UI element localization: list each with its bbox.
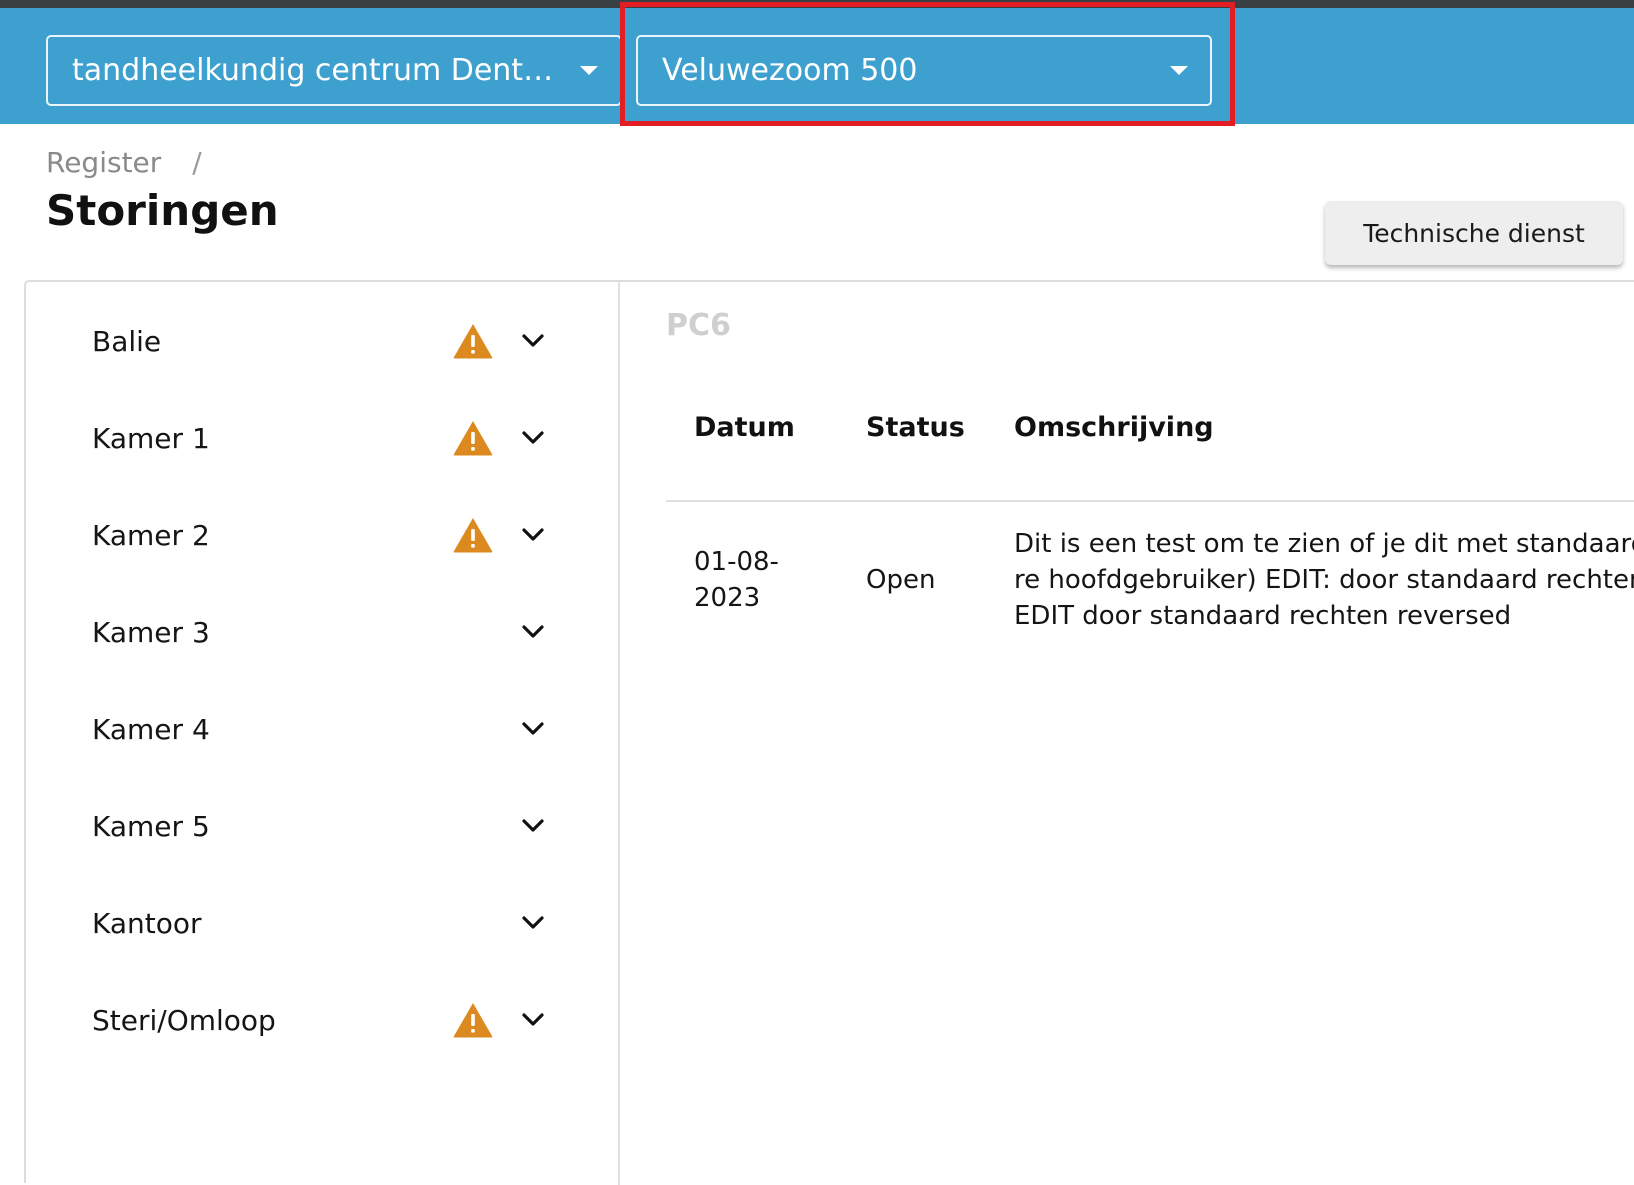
room-label: Kamer 4	[92, 713, 210, 746]
app-header: tandheelkundig centrum Denta... Veluwezo…	[0, 8, 1634, 124]
practice-select[interactable]: tandheelkundig centrum Denta...	[46, 35, 622, 106]
practice-select-value: tandheelkundig centrum Denta...	[72, 53, 562, 88]
room-item[interactable]: Steri/Omloop	[26, 981, 618, 1061]
chevron-down-icon[interactable]	[520, 619, 546, 645]
room-label: Kamer 1	[92, 422, 210, 455]
room-label: Kantoor	[92, 907, 202, 940]
breadcrumb-separator: /	[192, 146, 202, 179]
chevron-down-icon[interactable]	[520, 328, 546, 354]
caret-down-icon	[1170, 66, 1188, 75]
warning-icon	[453, 1003, 493, 1038]
warning-icon	[453, 324, 493, 359]
room-item[interactable]: Kamer 1	[26, 399, 618, 479]
table-header-divider	[666, 500, 1634, 502]
location-select-value: Veluwezoom 500	[662, 53, 918, 88]
room-label: Steri/Omloop	[92, 1004, 276, 1037]
room-item[interactable]: Kamer 2	[26, 496, 618, 576]
breadcrumb-register-link[interactable]: Register	[46, 146, 161, 179]
technical-service-button[interactable]: Technische dienst	[1325, 201, 1623, 265]
room-label: Kamer 3	[92, 616, 210, 649]
warning-icon	[453, 421, 493, 456]
caret-down-icon	[580, 66, 598, 75]
row-status: Open	[866, 565, 936, 595]
room-label: Balie	[92, 325, 162, 358]
room-item[interactable]: Balie	[26, 302, 618, 382]
main-panel: Balie Kamer 1 Kamer 2 Kamer 3 Kamer 4 Kamer 5…	[24, 280, 1634, 1185]
room-item[interactable]: Kantoor	[26, 884, 618, 964]
column-header-status: Status	[866, 412, 965, 443]
chevron-down-icon[interactable]	[520, 716, 546, 742]
room-item[interactable]: Kamer 4	[26, 690, 618, 770]
room-item[interactable]: Kamer 5	[26, 787, 618, 867]
warning-icon	[453, 518, 493, 553]
location-select[interactable]: Veluwezoom 500	[636, 35, 1212, 106]
row-description: Dit is een test om te zien of je dit met…	[1014, 529, 1634, 631]
chevron-down-icon[interactable]	[520, 910, 546, 936]
chevron-down-icon[interactable]	[520, 1007, 546, 1033]
breadcrumb: Register /	[46, 146, 202, 179]
page-title: Storingen	[46, 186, 279, 235]
column-header-description: Omschrijving	[1014, 412, 1214, 443]
room-label: Kamer 2	[92, 519, 210, 552]
room-item[interactable]: Kamer 3	[26, 593, 618, 673]
column-header-date: Datum	[694, 412, 795, 443]
chevron-down-icon[interactable]	[520, 522, 546, 548]
detail-pane: PC6 Datum Status Omschrijving 01-08-2023…	[640, 282, 1634, 1185]
chevron-down-icon[interactable]	[520, 813, 546, 839]
row-date: 01-08-2023	[694, 547, 779, 613]
room-list: Balie Kamer 1 Kamer 2 Kamer 3 Kamer 4 Kamer 5…	[26, 282, 620, 1185]
window-top-border	[0, 0, 1634, 8]
chevron-down-icon[interactable]	[520, 425, 546, 451]
room-label: Kamer 5	[92, 810, 210, 843]
device-title: PC6	[666, 308, 731, 343]
